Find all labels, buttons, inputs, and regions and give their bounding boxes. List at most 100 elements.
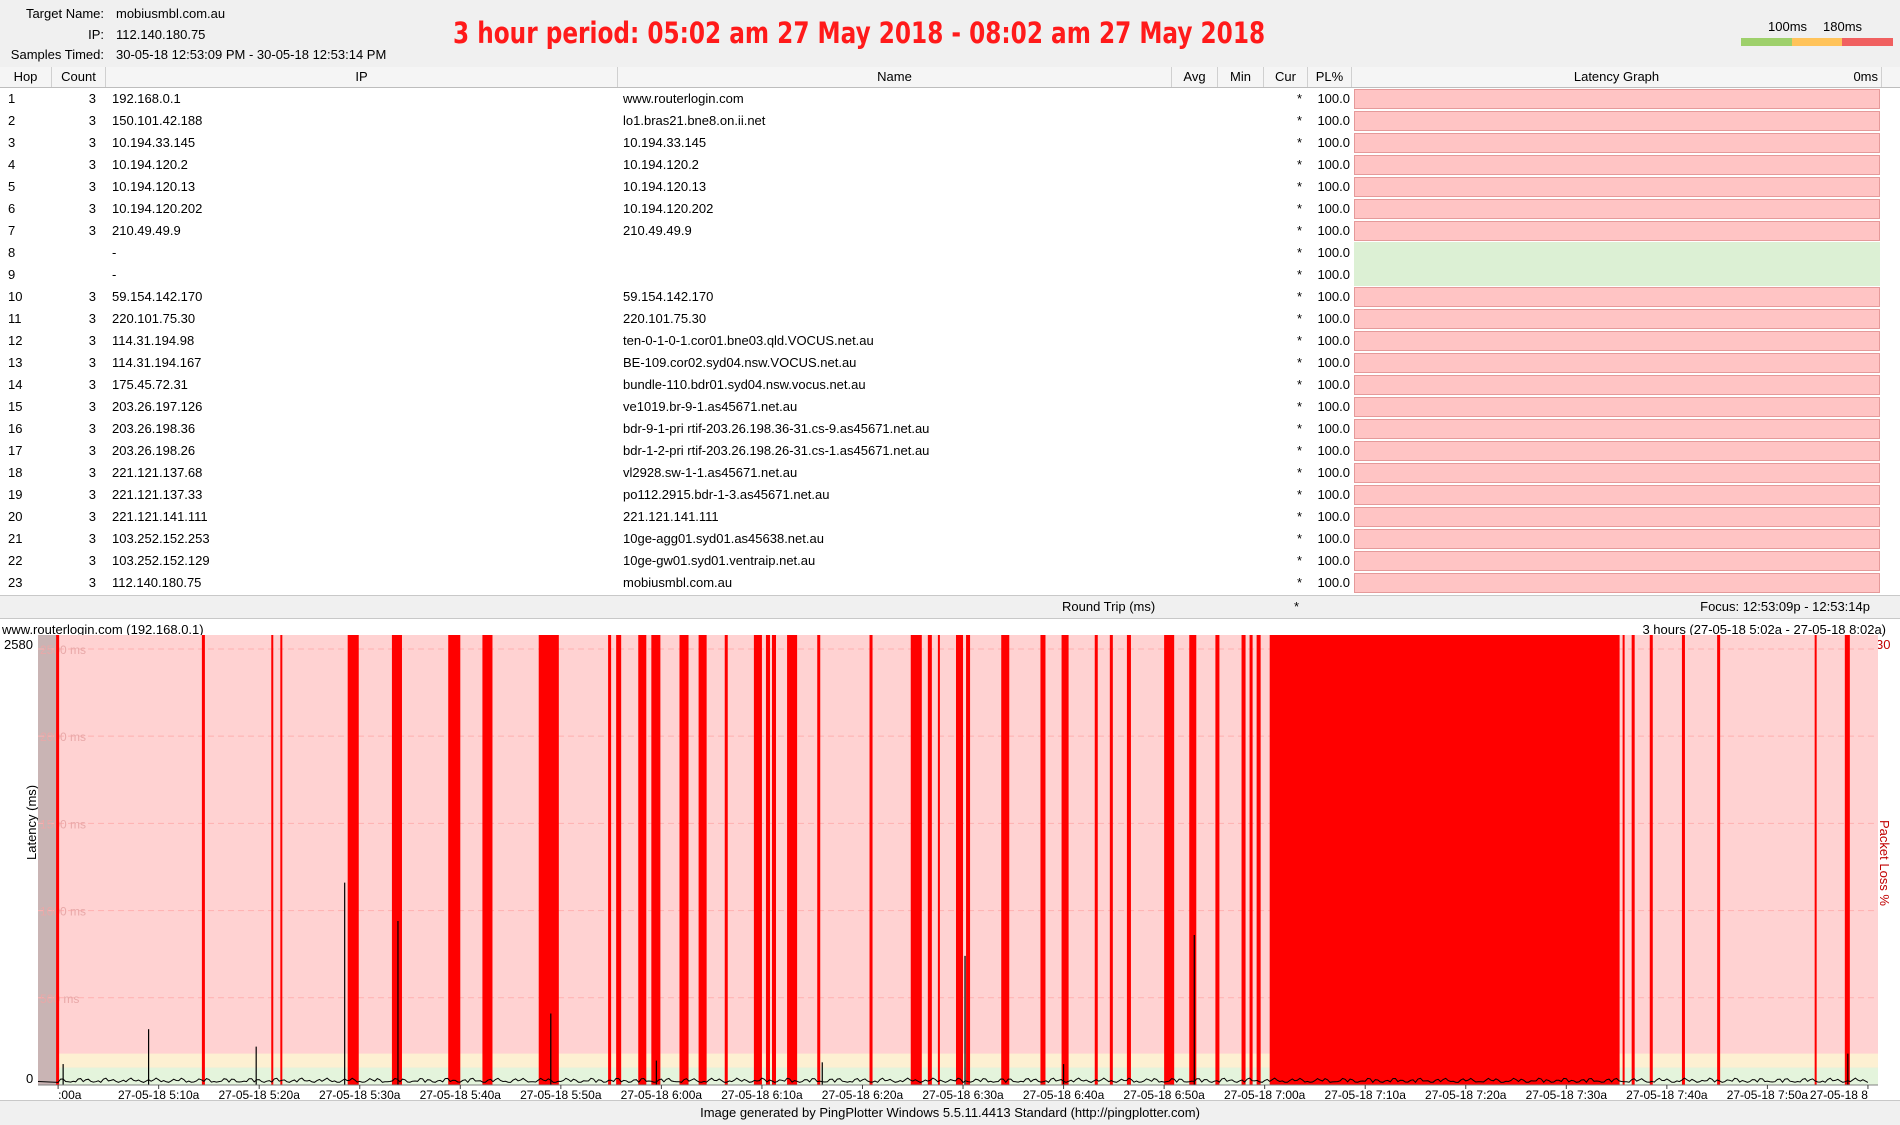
- hop-ip: 59.154.142.170: [112, 289, 203, 304]
- hop-packet-loss: 100.0: [1317, 553, 1350, 568]
- latency-bar: [1354, 309, 1880, 329]
- hop-ip: 220.101.75.30: [112, 311, 196, 326]
- hop-packet-loss: 100.0: [1317, 311, 1350, 326]
- hop-number: 22: [8, 553, 23, 568]
- table-row[interactable]: 8 - * 100.0: [0, 242, 1900, 264]
- table-row[interactable]: 4 3 10.194.120.2 10.194.120.2 * 100.0: [0, 154, 1900, 176]
- hop-name: www.routerlogin.com: [623, 91, 744, 106]
- hop-ip: 114.31.194.98: [112, 333, 195, 348]
- table-row[interactable]: 12 3 114.31.194.98 ten-0-1-0-1.cor01.bne…: [0, 330, 1900, 352]
- hop-ip: 175.45.72.31: [112, 377, 188, 392]
- table-row[interactable]: 20 3 221.121.141.111 221.121.141.111 * 1…: [0, 506, 1900, 528]
- packet-loss-bar: [1126, 635, 1131, 1085]
- hop-ip: 192.168.0.1: [112, 91, 181, 106]
- x-tick-label: 27-05-18 7:10a: [1325, 1088, 1407, 1099]
- packet-loss-bar: [753, 635, 762, 1085]
- latency-bar: [1354, 419, 1880, 439]
- latency-bar: [1354, 221, 1880, 241]
- hop-ip: -: [112, 267, 117, 282]
- hop-cur: *: [1296, 245, 1302, 260]
- table-row[interactable]: 11 3 220.101.75.30 220.101.75.30 * 100.0: [0, 308, 1900, 330]
- table-row[interactable]: 21 3 103.252.152.253 10ge-agg01.syd01.as…: [0, 528, 1900, 550]
- table-row[interactable]: 18 3 221.121.137.68 vl2928.sw-1-1.as4567…: [0, 462, 1900, 484]
- hop-count: 3: [88, 201, 96, 216]
- packet-loss-bar: [56, 635, 60, 1085]
- hop-ip: 10.194.120.13: [112, 179, 196, 194]
- column-ip[interactable]: IP: [106, 67, 618, 87]
- latency-bar: [1354, 507, 1880, 527]
- column-latency-graph[interactable]: Latency Graph: [1352, 67, 1882, 87]
- latency-bar: [1354, 199, 1880, 219]
- column-avg[interactable]: Avg: [1172, 67, 1218, 87]
- x-tick-label: 27-05-18 7:40a: [1626, 1088, 1708, 1099]
- table-row[interactable]: 6 3 10.194.120.202 10.194.120.202 * 100.…: [0, 198, 1900, 220]
- hop-name: 10ge-gw01.syd01.ventraip.net.au: [623, 553, 816, 568]
- table-row[interactable]: 14 3 175.45.72.31 bundle-110.bdr01.syd04…: [0, 374, 1900, 396]
- hop-packet-loss: 100.0: [1317, 575, 1350, 590]
- y-tick-label: 2500 ms: [40, 643, 86, 657]
- column-cur[interactable]: Cur: [1264, 67, 1308, 87]
- legend-100ms: 100ms: [1768, 19, 1808, 34]
- hop-cur: *: [1296, 311, 1302, 326]
- hop-count: 3: [88, 377, 96, 392]
- packet-loss-bar: [482, 635, 493, 1085]
- hop-cur: *: [1296, 179, 1302, 194]
- hop-packet-loss: 100.0: [1317, 355, 1350, 370]
- table-row[interactable]: 16 3 203.26.198.36 bdr-9-1-pri rtif-203.…: [0, 418, 1900, 440]
- hop-cur: *: [1296, 531, 1302, 546]
- hop-number: 1: [8, 91, 16, 106]
- packet-loss-bar: [955, 635, 964, 1085]
- hop-cur: *: [1296, 135, 1302, 150]
- hop-ip: 210.49.49.9: [112, 223, 181, 238]
- latency-bar: [1354, 111, 1880, 131]
- hop-count: 3: [88, 311, 96, 326]
- packet-loss-bar: [1189, 635, 1197, 1085]
- table-row[interactable]: 1 3 192.168.0.1 www.routerlogin.com * 10…: [0, 88, 1900, 110]
- table-row[interactable]: 10 3 59.154.142.170 59.154.142.170 * 100…: [0, 286, 1900, 308]
- table-row[interactable]: 2 3 150.101.42.188 lo1.bras21.bne8.on.ii…: [0, 110, 1900, 132]
- table-row[interactable]: 13 3 114.31.194.167 BE-109.cor02.syd04.n…: [0, 352, 1900, 374]
- column-name[interactable]: Name: [618, 67, 1172, 87]
- hop-number: 6: [8, 201, 16, 216]
- x-tick-label: 27-05-18 5:30a: [319, 1088, 401, 1099]
- latency-time-graph[interactable]: 2500 ms 2000 ms 1500 ms 1000 ms 500 ms:00a 27…: [38, 635, 1878, 1099]
- hop-name: BE-109.cor02.syd04.nsw.VOCUS.net.au: [623, 355, 857, 370]
- hop-cur: *: [1296, 421, 1302, 436]
- hop-packet-loss: 100.0: [1317, 333, 1350, 348]
- packet-loss-bar: [1061, 635, 1069, 1085]
- hop-number: 11: [8, 311, 22, 326]
- hop-number: 13: [8, 355, 23, 370]
- packet-loss-bar: [927, 635, 932, 1085]
- column-count[interactable]: Count: [52, 67, 106, 87]
- hop-cur: *: [1296, 399, 1302, 414]
- hop-number: 16: [8, 421, 23, 436]
- hop-count: 3: [88, 113, 96, 128]
- table-row[interactable]: 22 3 103.252.152.129 10ge-gw01.syd01.ven…: [0, 550, 1900, 572]
- table-row[interactable]: 5 3 10.194.120.13 10.194.120.13 * 100.0: [0, 176, 1900, 198]
- hop-ip: 10.194.120.202: [112, 201, 203, 216]
- latency-bar: [1354, 441, 1880, 461]
- column-min[interactable]: Min: [1218, 67, 1264, 87]
- table-row[interactable]: 7 3 210.49.49.9 210.49.49.9 * 100.0: [0, 220, 1900, 242]
- hop-name: 10.194.120.13: [623, 179, 707, 194]
- packet-loss-bar: [1256, 635, 1261, 1085]
- table-row[interactable]: 17 3 203.26.198.26 bdr-1-2-pri rtif-203.…: [0, 440, 1900, 462]
- column-hop[interactable]: Hop: [0, 67, 52, 87]
- hop-number: 8: [8, 245, 16, 260]
- table-row[interactable]: 9 - * 100.0: [0, 264, 1900, 286]
- legend-180ms: 180ms: [1823, 19, 1863, 34]
- table-row[interactable]: 15 3 203.26.197.126 ve1019.br-9-1.as4567…: [0, 396, 1900, 418]
- column-pl[interactable]: PL%: [1308, 67, 1352, 87]
- table-row[interactable]: 3 3 10.194.33.145 10.194.33.145 * 100.0: [0, 132, 1900, 154]
- hop-count: 3: [88, 531, 96, 546]
- ip-value: 112.140.180.75: [116, 27, 206, 42]
- table-row[interactable]: 23 3 112.140.180.75 mobiusmbl.com.au * 1…: [0, 572, 1900, 594]
- hop-count: 3: [88, 399, 96, 414]
- hop-name: 210.49.49.9: [623, 223, 692, 238]
- hop-name: bundle-110.bdr01.syd04.nsw.vocus.net.au: [623, 377, 866, 392]
- hop-ip: 103.252.152.253: [112, 531, 210, 546]
- hop-number: 19: [8, 487, 23, 502]
- table-row[interactable]: 19 3 221.121.137.33 po112.2915.bdr-1-3.a…: [0, 484, 1900, 506]
- hop-name: bdr-9-1-pri rtif-203.26.198.36-31.cs-9.a…: [623, 421, 930, 436]
- hop-ip: 221.121.141.111: [112, 509, 208, 524]
